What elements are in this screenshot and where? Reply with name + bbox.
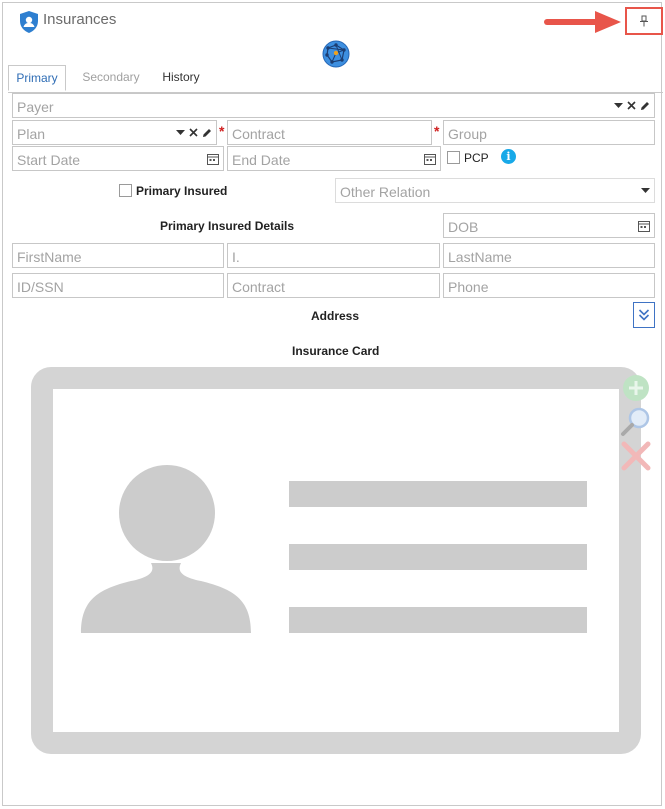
- phone-placeholder: Phone: [448, 279, 489, 295]
- insurance-card-heading: Insurance Card: [292, 344, 380, 358]
- id-ssn-placeholder: ID/SSN: [17, 279, 64, 295]
- address-expand-button[interactable]: [633, 302, 655, 328]
- plan-placeholder: Plan: [17, 126, 46, 142]
- first-name-placeholder: FirstName: [17, 249, 82, 265]
- pcp-label: PCP: [464, 151, 489, 165]
- tab-history[interactable]: History: [153, 65, 209, 91]
- close-icon[interactable]: [189, 128, 198, 137]
- start-date-field[interactable]: Start Date: [12, 146, 224, 171]
- calendar-icon[interactable]: [638, 220, 650, 232]
- chevron-down-icon[interactable]: [614, 102, 623, 109]
- chevron-down-icon[interactable]: [641, 187, 650, 194]
- pin-button[interactable]: [625, 7, 663, 35]
- calendar-icon[interactable]: [424, 153, 436, 165]
- end-date-field[interactable]: End Date: [227, 146, 441, 171]
- pencil-icon[interactable]: [202, 128, 212, 138]
- address-heading: Address: [311, 309, 360, 323]
- dob-placeholder: DOB: [448, 219, 479, 235]
- info-icon[interactable]: i: [501, 149, 516, 164]
- dob-field[interactable]: DOB: [443, 213, 655, 238]
- shield-user-icon: [20, 11, 38, 33]
- other-relation-combobox[interactable]: Other Relation: [335, 178, 655, 203]
- insurances-window: Insurances Primary Secondary History Pay…: [2, 2, 663, 806]
- add-icon[interactable]: [621, 373, 651, 403]
- group-placeholder: Group: [448, 126, 487, 142]
- delete-icon[interactable]: [621, 441, 651, 471]
- pcp-checkbox[interactable]: [447, 151, 460, 164]
- payer-placeholder: Payer: [17, 99, 54, 115]
- globe-network-icon[interactable]: [321, 39, 351, 69]
- magnifier-icon[interactable]: [619, 405, 651, 437]
- contract-placeholder: Contract: [232, 126, 285, 142]
- id-ssn-field[interactable]: ID/SSN: [12, 273, 224, 298]
- close-icon[interactable]: [627, 101, 636, 110]
- first-name-field[interactable]: FirstName: [12, 243, 224, 268]
- initial-field[interactable]: I.: [227, 243, 440, 268]
- start-date-placeholder: Start Date: [17, 152, 81, 168]
- last-name-placeholder: LastName: [448, 249, 512, 265]
- window-title: Insurances: [43, 11, 117, 28]
- insured-contract-field[interactable]: Contract: [227, 273, 440, 298]
- tab-secondary[interactable]: Secondary: [73, 65, 149, 91]
- primary-insured-label: Primary Insured: [136, 184, 228, 198]
- insured-contract-placeholder: Contract: [232, 279, 285, 295]
- payer-combobox[interactable]: Payer: [12, 93, 655, 118]
- primary-insured-details-heading: Primary Insured Details: [160, 219, 295, 233]
- initial-placeholder: I.: [232, 249, 240, 265]
- chevron-down-icon[interactable]: [176, 129, 185, 136]
- end-date-placeholder: End Date: [232, 152, 291, 168]
- pin-icon: [640, 15, 648, 27]
- phone-field[interactable]: Phone: [443, 273, 655, 298]
- double-chevron-down-icon: [638, 309, 650, 321]
- tab-primary[interactable]: Primary: [8, 65, 66, 91]
- other-relation-placeholder: Other Relation: [340, 184, 431, 200]
- pencil-icon[interactable]: [640, 101, 650, 111]
- contract-field[interactable]: Contract: [227, 120, 432, 145]
- group-required-mark: *: [434, 123, 440, 139]
- insurance-card-placeholder: [31, 367, 641, 754]
- group-field[interactable]: Group: [443, 120, 655, 145]
- last-name-field[interactable]: LastName: [443, 243, 655, 268]
- plan-combobox[interactable]: Plan: [12, 120, 217, 145]
- primary-insured-checkbox[interactable]: [119, 184, 132, 197]
- calendar-icon[interactable]: [207, 153, 219, 165]
- contract-required-mark: *: [219, 123, 225, 139]
- annotation-arrow: [544, 11, 621, 33]
